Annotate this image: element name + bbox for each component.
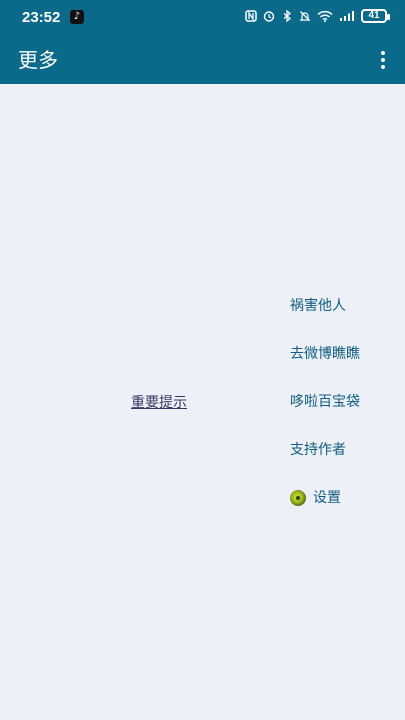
menu-item-support-author[interactable]: 支持作者 xyxy=(290,440,400,488)
more-vert-icon xyxy=(381,51,385,55)
page-title: 更多 xyxy=(18,48,58,72)
settings-ball-icon xyxy=(290,490,306,506)
tiktok-notification-icon: ♪ xyxy=(70,10,84,24)
bluetooth-icon xyxy=(281,9,293,23)
menu-item-harm-others[interactable]: 祸害他人 xyxy=(290,296,400,344)
more-vert-icon-dot xyxy=(381,65,385,69)
menu-item-doraemon-pocket[interactable]: 哆啦百宝袋 xyxy=(290,392,400,440)
menu-item-weibo[interactable]: 去微博瞧瞧 xyxy=(290,344,400,392)
nfc-icon xyxy=(245,10,257,22)
status-bar: 23:52 ♪ 41 xyxy=(0,0,405,36)
settings-label: 设置 xyxy=(313,490,341,506)
alarm-icon xyxy=(263,10,275,22)
status-time: 23:52 xyxy=(22,9,61,26)
menu-item-settings[interactable]: 设置 xyxy=(290,488,400,536)
signal-icon xyxy=(339,10,355,22)
mute-bell-icon xyxy=(299,10,311,22)
overflow-menu-button[interactable] xyxy=(375,46,391,74)
status-icons: 41 xyxy=(245,9,390,23)
more-menu: 祸害他人 去微博瞧瞧 哆啦百宝袋 支持作者 设置 xyxy=(290,296,400,536)
battery-indicator: 41 xyxy=(361,9,390,23)
important-notice-link[interactable]: 重要提示 xyxy=(131,394,187,412)
app-toolbar: 更多 xyxy=(0,36,405,84)
more-vert-icon-dot xyxy=(381,58,385,62)
wifi-icon xyxy=(317,10,333,22)
